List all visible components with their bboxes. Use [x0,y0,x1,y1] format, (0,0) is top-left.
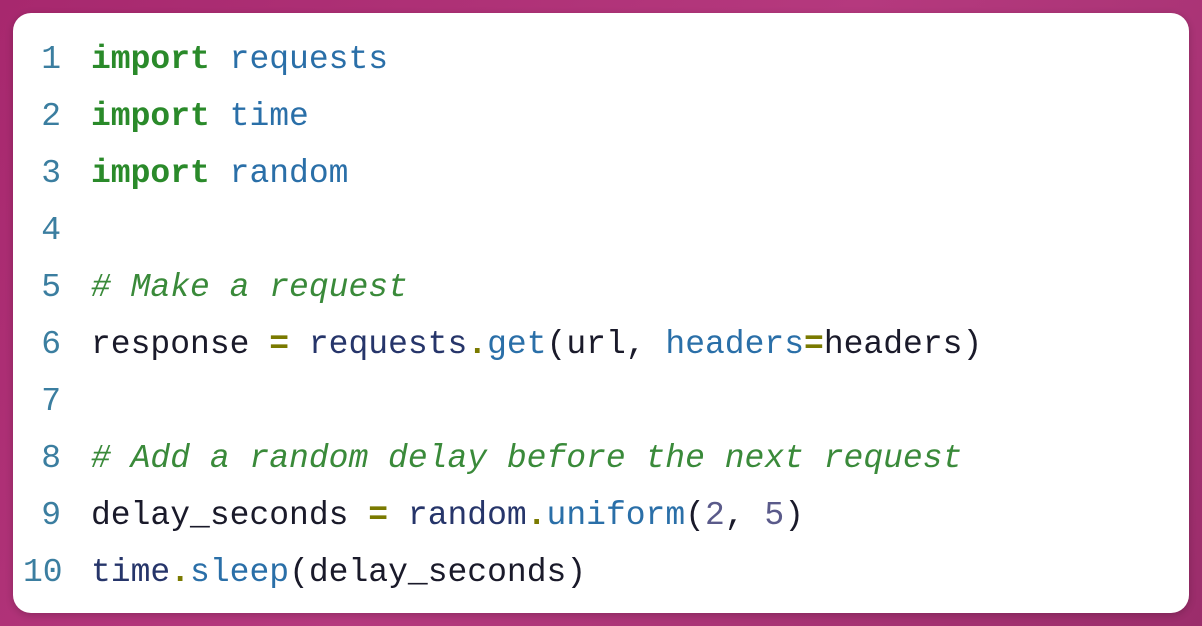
code-content: import time [91,88,1165,145]
token: 5 [764,497,784,534]
code-line: 4 [23,202,1165,259]
token: ) [784,497,804,534]
code-line: 6response = requests.get(url, headers=he… [23,316,1165,373]
token: 2 [705,497,725,534]
code-block: 1import requests2import time3import rand… [23,31,1165,601]
token: # Make a request [91,269,408,306]
code-content: delay_seconds = random.uniform(2, 5) [91,487,1165,544]
code-line: 1import requests [23,31,1165,88]
token: import [91,41,210,78]
token: # Add a random delay before the next req… [91,440,962,477]
code-content [91,373,1165,430]
token: import [91,155,210,192]
code-line: 7 [23,373,1165,430]
line-number: 8 [23,430,91,487]
line-number: 9 [23,487,91,544]
line-number: 4 [23,202,91,259]
token: . [467,326,487,363]
code-content: import requests [91,31,1165,88]
line-number: 7 [23,373,91,430]
code-line: 9delay_seconds = random.uniform(2, 5) [23,487,1165,544]
line-number: 10 [23,544,91,601]
token: sleep [190,554,289,591]
code-card: 1import requests2import time3import rand… [13,13,1189,613]
token: ) [962,326,982,363]
token [289,326,309,363]
token [210,98,230,135]
token: import [91,98,210,135]
token: response [91,326,249,363]
token: ( [289,554,309,591]
token: = [804,326,824,363]
token: . [170,554,190,591]
token: , [725,497,765,534]
token [249,326,269,363]
token: requests [230,41,388,78]
token: = [368,497,388,534]
token: headers [824,326,963,363]
token [210,41,230,78]
token: delay_seconds [91,497,348,534]
code-content [91,202,1165,259]
code-line: 8# Add a random delay before the next re… [23,430,1165,487]
token: ( [547,326,567,363]
token: ( [685,497,705,534]
token [388,497,408,534]
line-number: 2 [23,88,91,145]
token: . [527,497,547,534]
line-number: 3 [23,145,91,202]
code-content: # Make a request [91,259,1165,316]
code-line: 5# Make a request [23,259,1165,316]
code-content: response = requests.get(url, headers=hea… [91,316,1165,373]
token: url [566,326,625,363]
line-number: 6 [23,316,91,373]
code-content: # Add a random delay before the next req… [91,430,1165,487]
code-line: 3import random [23,145,1165,202]
code-content: import random [91,145,1165,202]
token: random [230,155,349,192]
code-line: 10time.sleep(delay_seconds) [23,544,1165,601]
token: , [626,326,666,363]
token: ) [566,554,586,591]
token: get [487,326,546,363]
line-number: 1 [23,31,91,88]
token: headers [665,326,804,363]
token [210,155,230,192]
token: time [91,554,170,591]
code-content: time.sleep(delay_seconds) [91,544,1165,601]
token [348,497,368,534]
token: uniform [547,497,686,534]
token: random [408,497,527,534]
token: delay_seconds [309,554,566,591]
token: time [230,98,309,135]
token: requests [309,326,467,363]
token: = [269,326,289,363]
line-number: 5 [23,259,91,316]
code-line: 2import time [23,88,1165,145]
